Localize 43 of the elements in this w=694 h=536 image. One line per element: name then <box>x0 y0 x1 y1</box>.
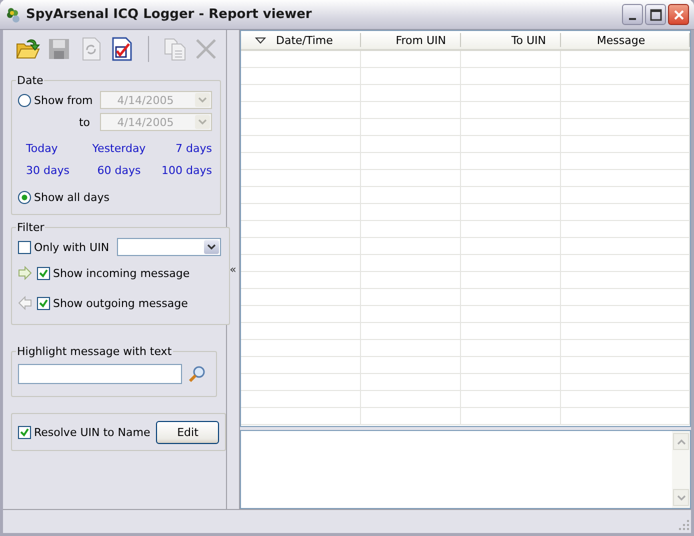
show-all-days-radio[interactable]: Show all days <box>18 186 212 208</box>
column-header[interactable]: From UIN <box>361 33 461 47</box>
uin-dropdown[interactable] <box>117 238 222 256</box>
date-range-link[interactable]: 30 days <box>26 164 70 177</box>
resize-grip-icon[interactable] <box>679 520 689 530</box>
maximize-icon <box>650 8 662 20</box>
close-button[interactable] <box>668 4 689 25</box>
scrollbar[interactable] <box>672 431 690 508</box>
sort-icon <box>255 36 266 44</box>
date-range-link[interactable]: Today <box>26 142 58 155</box>
resolve-uin-checkbox[interactable]: Resolve UIN to Name <box>18 426 150 438</box>
caret-icon <box>198 97 207 103</box>
date-range-link[interactable]: 7 days <box>176 142 212 155</box>
flower-icon <box>5 6 21 22</box>
group-title: Date <box>16 74 44 87</box>
show-incoming-checkbox[interactable]: Show incoming message <box>37 266 190 280</box>
date-range-link[interactable]: 100 days <box>162 164 212 177</box>
to-label: to <box>78 116 91 128</box>
minimize-icon <box>629 18 636 20</box>
checkmark-icon <box>39 298 48 308</box>
search-icon[interactable] <box>188 365 206 383</box>
only-with-uin-checkbox[interactable]: Only with UIN <box>18 240 110 254</box>
checkmark-icon <box>20 428 29 436</box>
left-arrow-icon <box>18 296 32 310</box>
column-header[interactable]: Date/Time <box>241 33 361 47</box>
edit-button[interactable]: Edit <box>156 420 220 444</box>
date-range-link[interactable]: 60 days <box>97 164 141 177</box>
column-header[interactable]: Message <box>561 33 690 47</box>
close-icon <box>672 8 684 20</box>
maximize-button[interactable] <box>645 4 666 25</box>
checkmark-icon <box>39 268 48 278</box>
right-arrow-icon <box>18 266 32 280</box>
highlight-text-field[interactable] <box>18 364 182 384</box>
show-outgoing-checkbox[interactable]: Show outgoing message <box>37 296 188 310</box>
window-title: SpyArsenal ICQ Logger - Report viewer <box>26 7 313 22</box>
minimize-button[interactable] <box>622 4 643 25</box>
collapse-splitter[interactable]: « <box>230 263 236 276</box>
column-header[interactable]: To UIN <box>461 33 561 47</box>
date-range-link[interactable]: Yesterday <box>92 142 146 155</box>
caret-icon <box>207 244 216 250</box>
group-title: Highlight message with text <box>16 345 173 358</box>
caret-icon <box>198 119 207 125</box>
group-title: Filter <box>16 221 46 234</box>
